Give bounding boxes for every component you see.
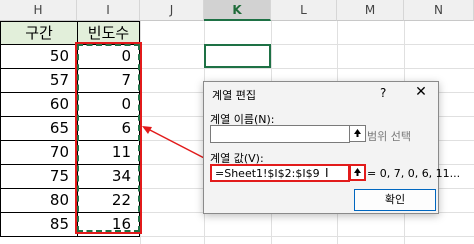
series-values-input[interactable]: =Sheet1!$I$2:$I$9: [210, 164, 350, 182]
dialog-title: 계열 편집: [212, 89, 256, 102]
collapse-dialog-icon[interactable]: [349, 125, 366, 142]
series-name-input[interactable]: [210, 125, 350, 143]
collapse-dialog-icon[interactable]: [349, 164, 366, 181]
select-range-hint: 범위 선택: [367, 130, 411, 143]
close-icon[interactable]: ✕: [410, 84, 432, 100]
series-values-preview: = 0, 7, 0, 6, 11...: [367, 167, 461, 180]
help-icon[interactable]: ?: [380, 86, 386, 100]
ok-button[interactable]: 확인: [354, 189, 436, 211]
text-cursor-icon: Ι: [325, 166, 329, 180]
edit-series-dialog: 계열 편집 ? ✕ 계열 이름(N): 범위 선택 계열 값(V): =Shee…: [203, 81, 460, 214]
